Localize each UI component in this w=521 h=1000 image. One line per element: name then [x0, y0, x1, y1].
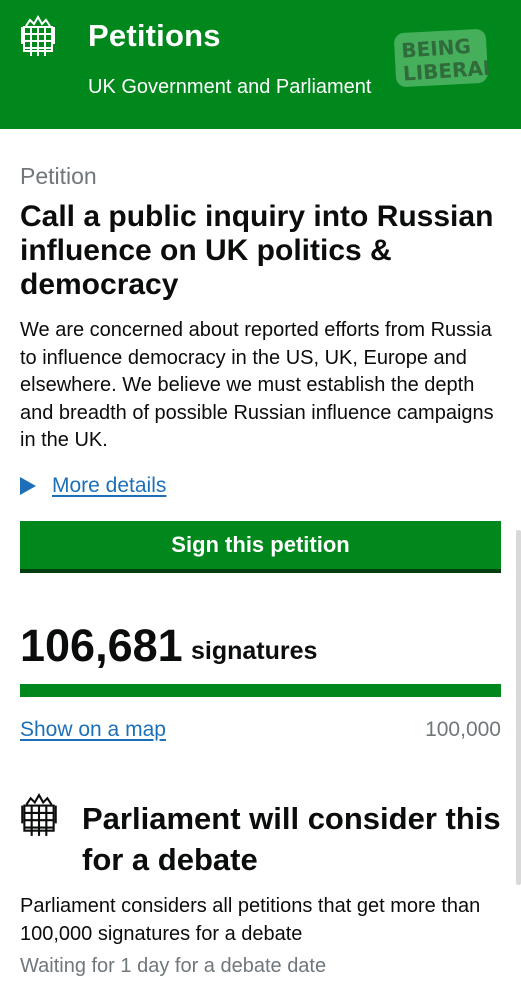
signature-progress-bar [20, 684, 501, 697]
site-header: Petitions UK Government and Parliament B… [0, 0, 521, 129]
signature-threshold: 100,000 [425, 718, 501, 741]
triangle-right-icon [20, 477, 36, 495]
more-details-toggle[interactable]: More details [20, 474, 166, 498]
portcullis-icon [21, 793, 57, 836]
petition-kicker: Petition [20, 163, 97, 189]
sign-petition-button[interactable]: Sign this petition [20, 521, 501, 573]
signature-count: 106,681 [20, 620, 183, 671]
scrollbar[interactable] [516, 530, 521, 885]
signature-progress-fill [20, 684, 501, 697]
site-subtitle: UK Government and Parliament [88, 76, 372, 98]
petition-summary: We are concerned about reported efforts … [20, 319, 494, 451]
debate-description: Parliament considers all petitions that … [20, 895, 481, 945]
debate-status: Waiting for 1 day for a debate date [20, 955, 327, 977]
portcullis-icon[interactable] [20, 14, 56, 58]
signature-count-label: signatures [191, 637, 318, 665]
more-details-link[interactable]: More details [52, 474, 166, 498]
debate-heading: Parliament will consider this for a deba… [82, 801, 501, 877]
show-on-map-link[interactable]: Show on a map [20, 718, 166, 742]
petition-title: Call a public inquiry into Russian influ… [20, 200, 494, 301]
sign-petition-label: Sign this petition [171, 532, 350, 557]
site-title[interactable]: Petitions [88, 18, 221, 54]
being-liberal-watermark: BEING LIBERAL [394, 29, 490, 87]
